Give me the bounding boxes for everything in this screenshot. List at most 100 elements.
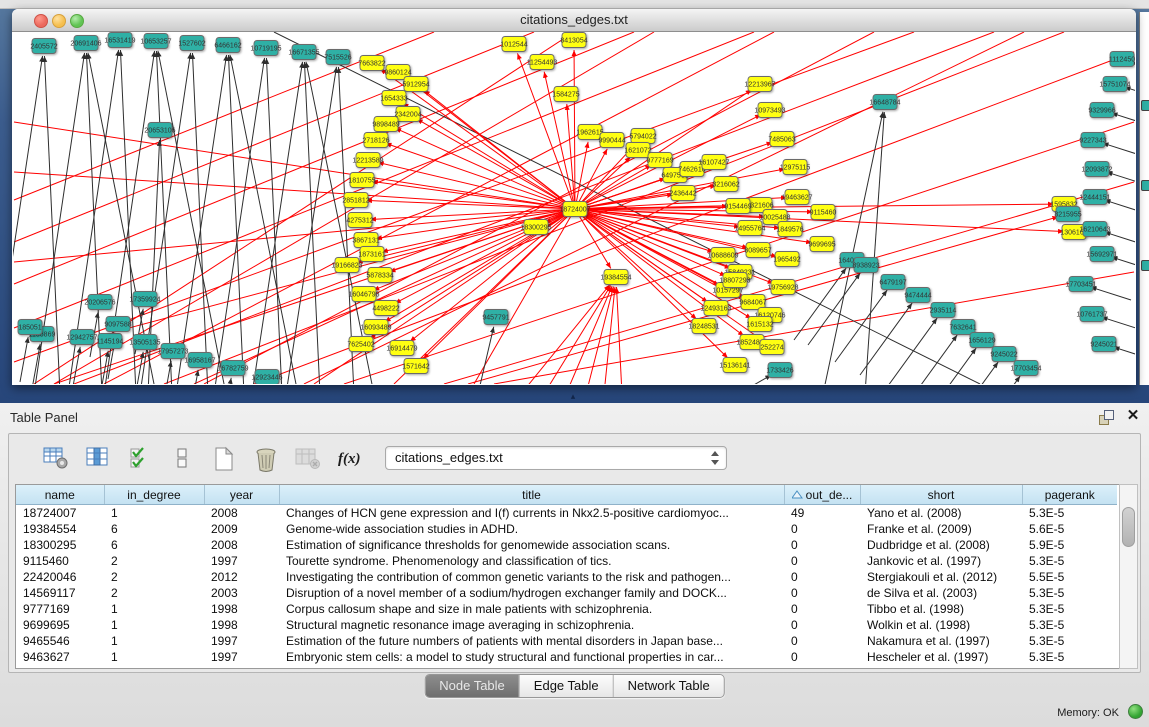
network-node[interactable]: 12444151 xyxy=(1079,190,1110,205)
network-node[interactable]: 3216062 xyxy=(712,177,739,192)
create-column-button[interactable] xyxy=(209,445,239,472)
table-row[interactable]: 911546021997Tourette syndrome. Phenomeno… xyxy=(16,553,1117,569)
network-node[interactable]: 19384554 xyxy=(600,270,631,285)
network-node[interactable]: 12213589 xyxy=(352,153,383,168)
network-node[interactable]: 16093489 xyxy=(360,320,391,335)
network-node[interactable]: 16648784 xyxy=(869,95,900,110)
network-node[interactable]: 16046798 xyxy=(348,287,379,302)
column-header-in_degree[interactable]: in_degree xyxy=(104,485,204,505)
delete-column-button[interactable] xyxy=(251,445,281,472)
network-node[interactable]: 3867131 xyxy=(352,233,379,248)
column-header-pagerank[interactable]: pagerank xyxy=(1022,485,1117,505)
network-node[interactable]: 185051 xyxy=(18,320,42,335)
table-row[interactable]: 1456911722003Disruption of a novel membe… xyxy=(16,585,1117,601)
rows-button[interactable] xyxy=(167,445,197,472)
network-node[interactable]: 1615132 xyxy=(746,317,773,332)
splitter-handle[interactable]: ▴ xyxy=(566,392,580,401)
network-node[interactable]: 1654333 xyxy=(380,91,407,106)
column-header-name[interactable]: name xyxy=(16,485,104,505)
network-node[interactable]: 12942757 xyxy=(66,330,97,345)
network-node[interactable]: 16958167 xyxy=(184,353,215,368)
network-node[interactable]: 12093872 xyxy=(1081,162,1112,177)
network-node[interactable]: 9245021 xyxy=(1090,337,1117,352)
network-node[interactable]: 252274 xyxy=(760,340,784,355)
network-node[interactable]: 1527602 xyxy=(178,36,205,51)
network-node[interactable]: 2436442 xyxy=(669,186,696,201)
network-node[interactable]: 18248531 xyxy=(688,319,719,334)
tab-network-table[interactable]: Network Table xyxy=(613,675,724,697)
network-node[interactable]: 16210643 xyxy=(1079,222,1110,237)
network-node[interactable]: 4498222 xyxy=(372,301,399,316)
network-node[interactable]: 10653257 xyxy=(140,34,171,49)
table-row[interactable]: 1872400712008Changes of HCN gene express… xyxy=(16,505,1117,522)
network-node[interactable]: 2405572 xyxy=(30,39,57,54)
network-node[interactable]: 20691406 xyxy=(70,36,101,51)
network-node[interactable]: 17703454 xyxy=(1010,361,1041,376)
close-panel-button[interactable]: ✕ xyxy=(1124,407,1142,425)
network-node[interactable]: 18724007 xyxy=(559,202,590,217)
table-row[interactable]: 946362711997Embryonic stem cells: a mode… xyxy=(16,649,1117,665)
network-node[interactable]: 10973493 xyxy=(754,103,785,118)
network-node[interactable]: 10688609 xyxy=(707,248,738,263)
network-node[interactable]: 1571642 xyxy=(402,359,429,374)
network-node[interactable]: 5878334 xyxy=(366,268,393,283)
network-node[interactable]: 1145194 xyxy=(97,334,124,349)
network-node[interactable]: 12213967 xyxy=(744,77,775,92)
network-node[interactable]: 7485063 xyxy=(768,132,795,147)
network-node[interactable]: 18300295 xyxy=(520,220,551,235)
network-node[interactable]: 9154469 xyxy=(724,199,751,214)
network-node[interactable]: 1733426 xyxy=(766,363,793,378)
network-node[interactable]: 19166823 xyxy=(331,258,362,273)
network-node[interactable]: 1965492 xyxy=(773,252,800,267)
column-header-title[interactable]: title xyxy=(279,485,784,505)
network-node[interactable]: 1012544 xyxy=(500,37,527,52)
network-node[interactable]: 19756928 xyxy=(767,280,798,295)
table-scrollbar[interactable] xyxy=(1119,484,1138,669)
network-node[interactable]: 6466162 xyxy=(214,38,241,53)
network-node[interactable]: 16531419 xyxy=(104,33,135,48)
network-node[interactable]: 9699695 xyxy=(808,237,835,252)
network-node[interactable]: 10719195 xyxy=(250,41,281,56)
network-node[interactable]: 16671355 xyxy=(288,45,319,60)
tab-edge-table[interactable]: Edge Table xyxy=(519,675,613,697)
table-row[interactable]: 946554611997Estimation of the future num… xyxy=(16,633,1117,649)
table-row[interactable]: 1938455462009Genome-wide association stu… xyxy=(16,521,1117,537)
network-node[interactable]: 2718126 xyxy=(362,133,389,148)
network-node[interactable]: 5912954 xyxy=(402,77,429,92)
tab-node-table[interactable]: Node Table xyxy=(425,675,519,697)
network-node[interactable]: 12975115 xyxy=(780,160,811,175)
network-node[interactable]: 10761737 xyxy=(1076,307,1107,322)
network-node[interactable]: 1112450 xyxy=(1109,52,1135,67)
network-canvas[interactable]: 2405572 2069140616531419 10653257 1527602 64… xyxy=(13,32,1135,384)
network-node[interactable]: 16914479 xyxy=(386,341,417,356)
network-node[interactable]: 9777169 xyxy=(646,153,673,168)
network-node[interactable]: 1810755 xyxy=(348,173,375,188)
scrollbar-thumb[interactable] xyxy=(1122,507,1135,547)
network-node[interactable]: 19463627 xyxy=(781,190,812,205)
network-node[interactable]: 1656129 xyxy=(968,333,995,348)
network-node[interactable]: 15751074 xyxy=(1099,77,1130,92)
network-node[interactable]: 14955764 xyxy=(734,221,765,236)
row-selection-button[interactable] xyxy=(125,445,155,472)
network-node[interactable]: 20653106 xyxy=(144,123,175,138)
table-row[interactable]: 2242004622012Investigating the contribut… xyxy=(16,569,1117,585)
network-node[interactable]: 13505135 xyxy=(129,335,160,350)
network-node[interactable]: 1849576 xyxy=(776,222,803,237)
column-header-short[interactable]: short xyxy=(860,485,1022,505)
float-panel-button[interactable] xyxy=(1098,410,1114,426)
network-node[interactable]: 6479197 xyxy=(879,275,906,290)
table-row[interactable]: 1830029562008Estimation of significance … xyxy=(16,537,1117,553)
network-node[interactable]: 9457791 xyxy=(482,310,509,325)
network-window-titlebar[interactable]: citations_edges.txt xyxy=(12,9,1136,32)
network-node[interactable]: 1584275 xyxy=(552,87,579,102)
network-node[interactable]: 1873161 xyxy=(358,247,385,262)
network-node[interactable]: 9990444 xyxy=(598,133,625,148)
network-node[interactable]: 8215955 xyxy=(1054,207,1081,222)
network-node[interactable]: 9329966 xyxy=(1088,103,1115,118)
network-node[interactable]: 18807293 xyxy=(719,273,750,288)
table-row[interactable]: 969969511998Structural magnetic resonanc… xyxy=(16,617,1117,633)
network-node[interactable]: 20206576 xyxy=(84,295,115,310)
network-node[interactable]: 2342004 xyxy=(394,107,421,122)
column-header-year[interactable]: year xyxy=(204,485,279,505)
network-node[interactable]: 9474444 xyxy=(904,288,931,303)
